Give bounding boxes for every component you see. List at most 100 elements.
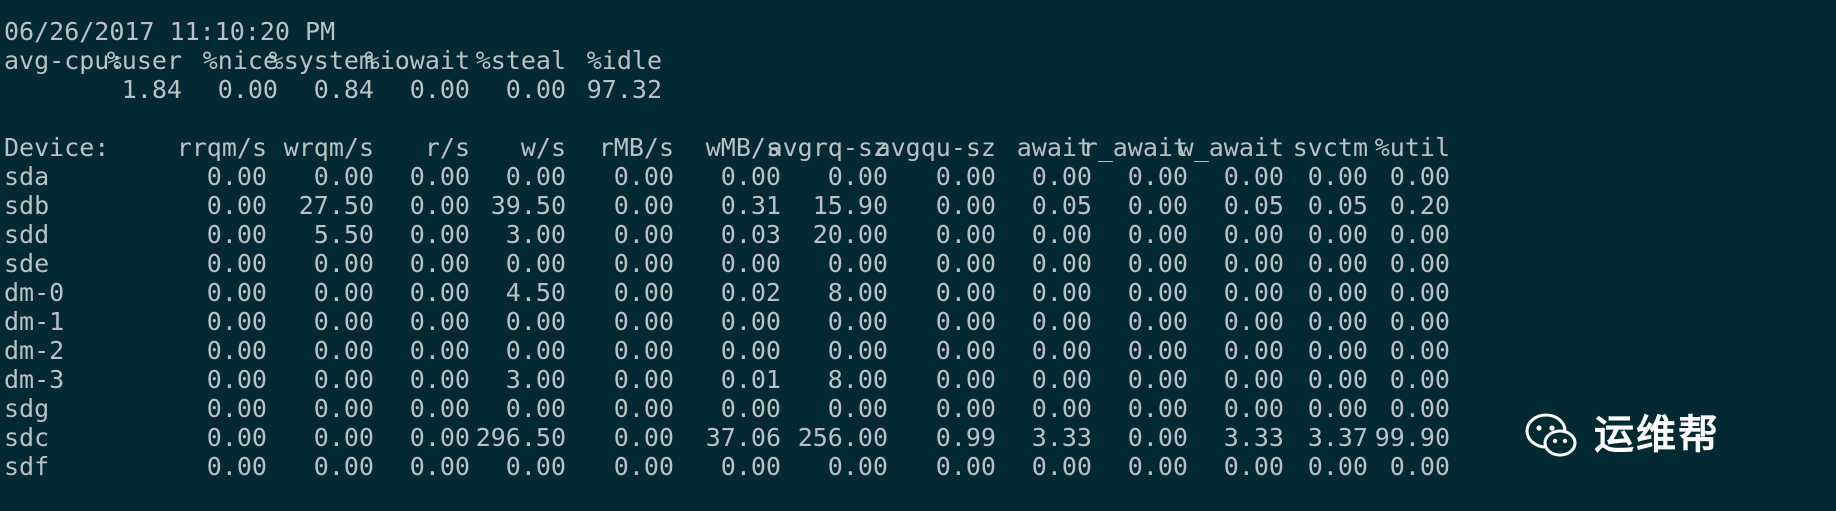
device-row: sdd 0.00 5.50 0.00 3.00 0.00 0.03 20.00 0.00 0.00… — [4, 220, 1450, 249]
metric-value: 0.00 — [409, 249, 470, 278]
metric-value: 0.00 — [1307, 220, 1368, 249]
metric-value: 0.00 — [613, 249, 674, 278]
cpu-header-steal: %steal — [475, 46, 566, 75]
metric-value: 0.00 — [1307, 365, 1368, 394]
metric-value: 0.31 — [720, 191, 781, 220]
metric-value: 0.00 — [1223, 162, 1284, 191]
metric-value: 0.03 — [720, 220, 781, 249]
metric-value: 0.00 — [935, 278, 996, 307]
metric-value: 8.00 — [827, 278, 888, 307]
device-row: sdf 0.00 0.00 0.00 0.00 0.00 0.00 0.00 0.00 0.00 0… — [4, 452, 1450, 481]
metric-value: 0.00 — [613, 336, 674, 365]
metric-value: 0.00 — [935, 452, 996, 481]
metric-value: 0.00 — [1223, 365, 1284, 394]
metric-value: 256.00 — [797, 423, 888, 452]
metric-value: 0.00 — [827, 307, 888, 336]
metric-value: 0.00 — [313, 162, 374, 191]
metric-value: 0.00 — [1031, 307, 1092, 336]
metric-value: 3.37 — [1307, 423, 1368, 452]
metric-value: 0.00 — [613, 394, 674, 423]
metric-value: 0.00 — [935, 365, 996, 394]
device-name: sdf — [4, 452, 50, 481]
metric-value: 0.00 — [1127, 249, 1188, 278]
cpu-values-row: 1.84 0.00 0.84 0.00 0.00 97.32 — [4, 75, 662, 104]
metric-value: 0.00 — [1127, 365, 1188, 394]
metric-value: 8.00 — [827, 365, 888, 394]
column-header: svctm — [1292, 133, 1368, 162]
metric-value: 0.00 — [935, 336, 996, 365]
wechat-icon — [1525, 413, 1577, 457]
metric-value: 0.00 — [409, 365, 470, 394]
device-row: sdg 0.00 0.00 0.00 0.00 0.00 0.00 0.00 0.00 0.00 0… — [4, 394, 1450, 423]
metric-value: 0.00 — [1127, 220, 1188, 249]
metric-value: 37.06 — [705, 423, 781, 452]
metric-value: 0.00 — [1307, 249, 1368, 278]
metric-value: 0.05 — [1223, 191, 1284, 220]
metric-value: 0.00 — [1223, 336, 1284, 365]
metric-value: 0.02 — [720, 278, 781, 307]
device-row: dm-0 0.00 0.00 0.00 4.50 0.00 0.02 8.00 0.00 0.00… — [4, 278, 1450, 307]
metric-value: 0.00 — [613, 423, 674, 452]
metric-value: 0.00 — [720, 162, 781, 191]
metric-value: 27.50 — [298, 191, 374, 220]
metric-value: 0.00 — [720, 336, 781, 365]
metric-value: 0.00 — [206, 423, 267, 452]
metric-value: 0.00 — [313, 365, 374, 394]
cpu-header-row: avg-cpu: %user %nice %system %iowait %st… — [4, 46, 662, 75]
metric-value: 0.00 — [313, 336, 374, 365]
device-row: dm-2 0.00 0.00 0.00 0.00 0.00 0.00 0.00 0.00 0.00… — [4, 336, 1450, 365]
metric-value: 0.00 — [827, 162, 888, 191]
metric-value: 0.00 — [720, 452, 781, 481]
metric-value: 0.99 — [935, 423, 996, 452]
metric-value: 0.00 — [505, 162, 566, 191]
metric-value: 0.00 — [1127, 162, 1188, 191]
metric-value: 0.00 — [935, 191, 996, 220]
metric-value: 0.00 — [206, 336, 267, 365]
device-name: sda — [4, 162, 50, 191]
column-header: rMB/s — [598, 133, 674, 162]
metric-value: 0.00 — [409, 278, 470, 307]
metric-value: 0.00 — [1223, 307, 1284, 336]
metric-value: 0.00 — [613, 191, 674, 220]
metric-value: 5.50 — [313, 220, 374, 249]
metric-value: 0.01 — [720, 365, 781, 394]
metric-value: 0.00 — [1127, 452, 1188, 481]
metric-value: 0.00 — [827, 452, 888, 481]
device-header-label: Device: — [4, 133, 110, 162]
metric-value: 0.00 — [206, 249, 267, 278]
device-row: dm-1 0.00 0.00 0.00 0.00 0.00 0.00 0.00 0.00 0.00… — [4, 307, 1450, 336]
metric-value: 0.00 — [313, 452, 374, 481]
device-name: sdb — [4, 191, 50, 220]
metric-value: 0.00 — [1307, 307, 1368, 336]
device-name: dm-1 — [4, 307, 65, 336]
metric-value: 0.00 — [409, 162, 470, 191]
column-header: r/s — [424, 133, 470, 162]
device-table: Device: rrqm/s wrqm/s r/s w/s rMB/s wMB/s avgrq… — [4, 133, 1450, 481]
metric-value: 296.50 — [475, 423, 566, 452]
column-header: w/s — [520, 133, 566, 162]
metric-value: 0.00 — [505, 452, 566, 481]
device-name: sde — [4, 249, 50, 278]
metric-value: 0.00 — [206, 191, 267, 220]
metric-value: 0.00 — [1223, 452, 1284, 481]
metric-value: 0.00 — [206, 394, 267, 423]
metric-value: 0.00 — [409, 307, 470, 336]
metric-value: 0.00 — [720, 307, 781, 336]
cpu-value-steal: 0.00 — [505, 75, 566, 104]
metric-value: 0.00 — [1031, 336, 1092, 365]
metric-value: 0.00 — [613, 452, 674, 481]
metric-value: 3.33 — [1031, 423, 1092, 452]
metric-value: 0.00 — [505, 249, 566, 278]
metric-value: 0.00 — [313, 394, 374, 423]
metric-value: 0.00 — [206, 162, 267, 191]
metric-value: 0.00 — [613, 220, 674, 249]
metric-value: 0.00 — [1307, 162, 1368, 191]
column-header: w_await — [1178, 133, 1284, 162]
metric-value: 0.00 — [935, 220, 996, 249]
metric-value: 0.00 — [1223, 249, 1284, 278]
metric-value: 0.00 — [313, 307, 374, 336]
metric-value: 4.50 — [505, 278, 566, 307]
metric-value: 0.00 — [720, 394, 781, 423]
metric-value: 0.00 — [1031, 365, 1092, 394]
metric-value: 0.00 — [720, 249, 781, 278]
